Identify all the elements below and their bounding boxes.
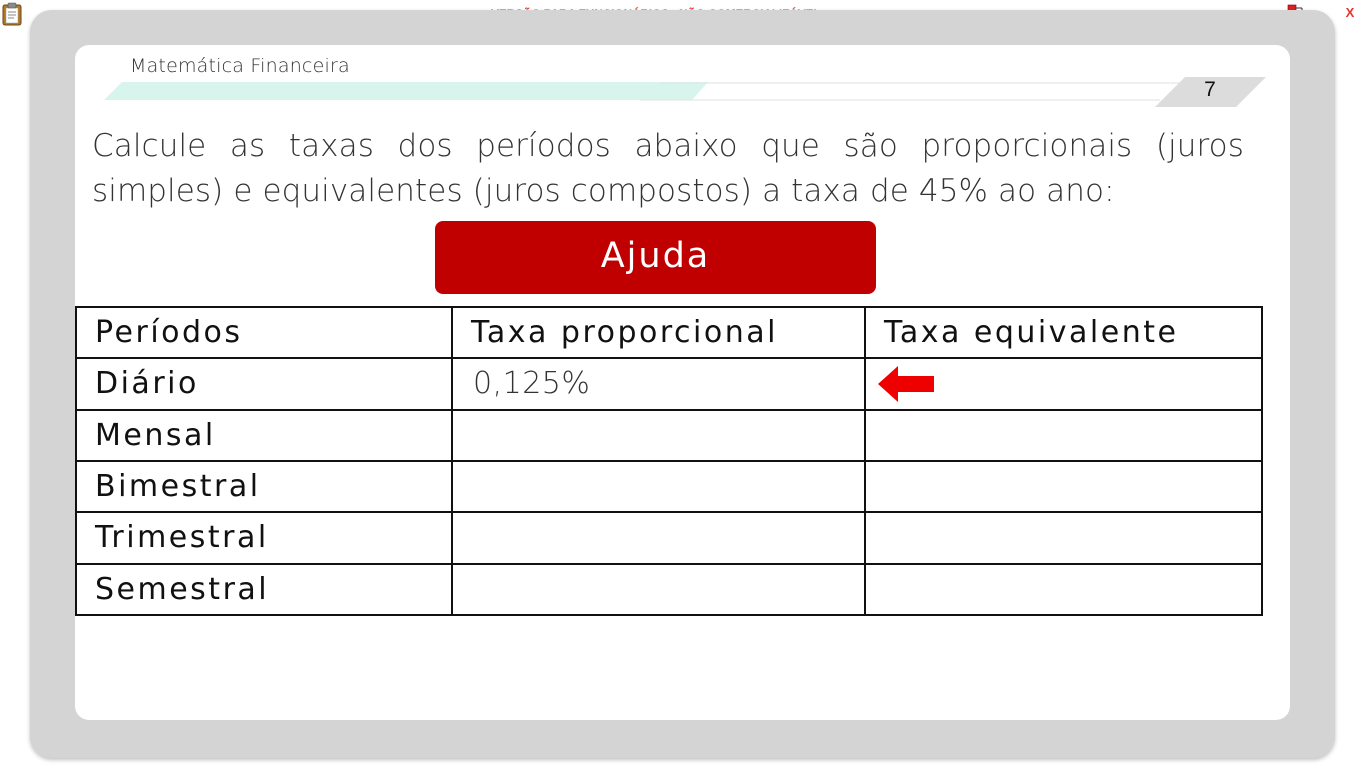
left-arrow-icon bbox=[878, 365, 934, 402]
equivalent-rate-cell[interactable] bbox=[864, 408, 1263, 462]
proportional-rate-cell[interactable] bbox=[451, 408, 866, 462]
proportional-rate-cell[interactable] bbox=[451, 562, 866, 617]
table-row: Trimestral bbox=[75, 511, 1263, 565]
period-cell: Bimestral bbox=[75, 459, 453, 514]
rates-table: Períodos Taxa proporcional Taxa equivale… bbox=[75, 305, 1263, 617]
header-equivalent-rate: Taxa equivalente bbox=[864, 305, 1263, 360]
close-button[interactable]: X bbox=[1339, 2, 1361, 24]
table-row: Diário 0,125% bbox=[75, 357, 1263, 411]
table-header-row: Períodos Taxa proporcional Taxa equivale… bbox=[75, 305, 1263, 360]
clipboard-icon[interactable] bbox=[2, 2, 22, 26]
period-cell: Trimestral bbox=[75, 511, 453, 565]
header-proportional-rate: Taxa proporcional bbox=[451, 305, 866, 360]
proportional-rate-cell[interactable] bbox=[451, 459, 866, 514]
course-title: Matemática Financeira bbox=[130, 55, 350, 77]
help-button[interactable]: Ajuda bbox=[435, 221, 876, 294]
equivalent-rate-cell[interactable] bbox=[864, 357, 1263, 411]
table-row: Mensal bbox=[75, 408, 1263, 462]
question-text: Calcule as taxas dos períodos abaixo que… bbox=[92, 128, 1244, 209]
equivalent-rate-cell[interactable] bbox=[864, 511, 1263, 565]
table-row: Bimestral bbox=[75, 459, 1263, 514]
proportional-rate-cell[interactable] bbox=[451, 511, 866, 565]
period-cell: Semestral bbox=[75, 562, 453, 617]
proportional-rate-cell[interactable]: 0,125% bbox=[451, 357, 866, 411]
period-cell: Mensal bbox=[75, 408, 453, 462]
equivalent-rate-cell[interactable] bbox=[864, 562, 1263, 617]
page-number: 7 bbox=[1204, 78, 1216, 101]
header-decoration bbox=[104, 77, 1266, 107]
table-row: Semestral bbox=[75, 562, 1263, 617]
header-periods: Períodos bbox=[75, 305, 453, 360]
period-cell: Diário bbox=[75, 357, 453, 411]
equivalent-rate-cell[interactable] bbox=[864, 459, 1263, 514]
